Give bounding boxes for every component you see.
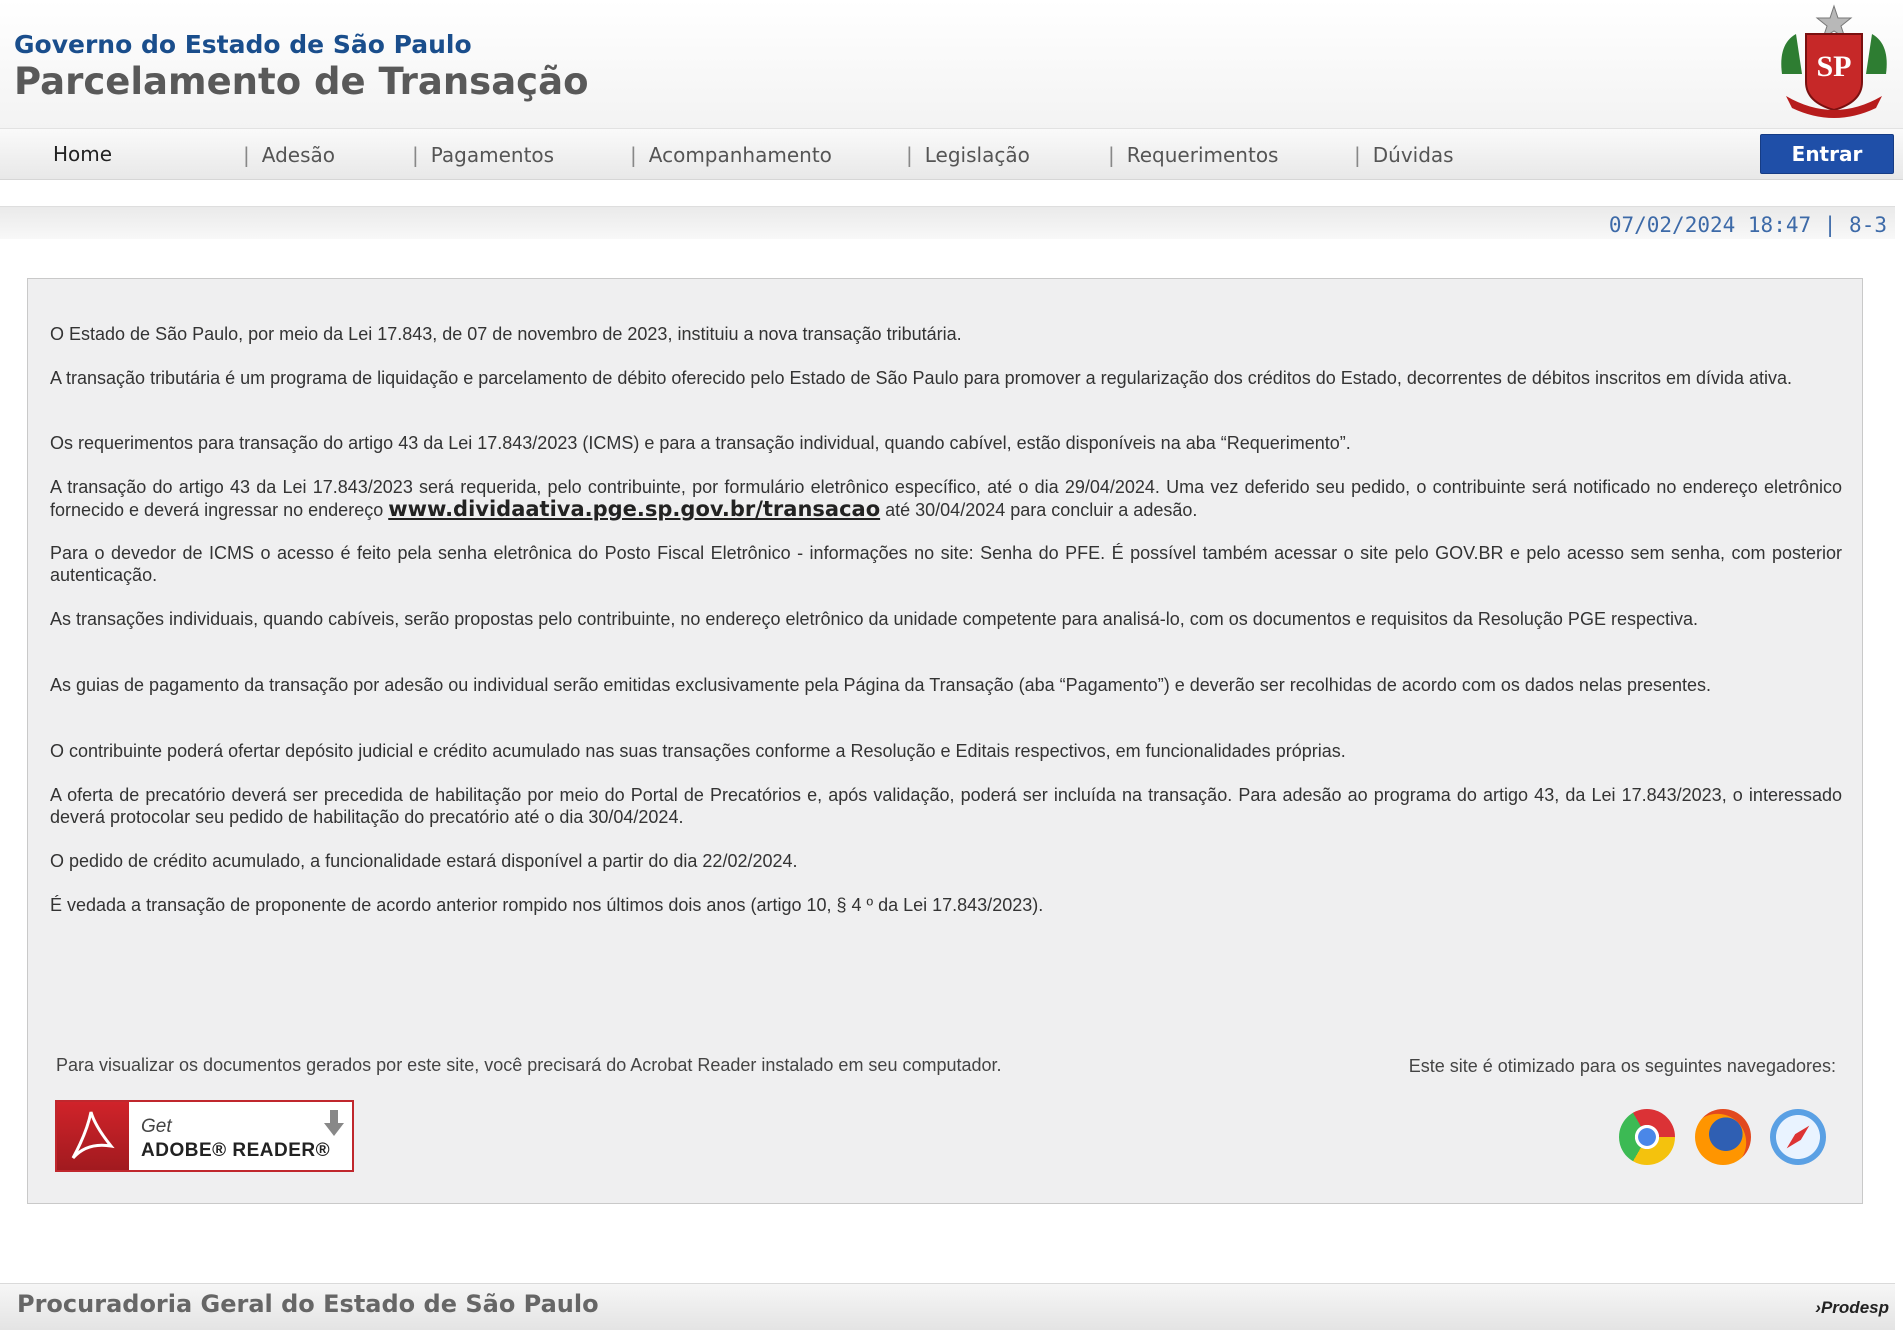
status-bar: 07/02/2024 18:47 | 8-3 [0,206,1895,239]
svg-text:SP: SP [1816,50,1851,83]
nav-requerimentos-label: Requerimentos [1126,143,1279,167]
firefox-icon[interactable] [1695,1109,1751,1165]
datetime-version: 07/02/2024 18:47 | 8-3 [1608,213,1887,237]
sp-state-seal-icon: SP [1781,4,1887,118]
paragraph-individual: As transações individuais, quando cabíve… [50,609,1698,629]
safari-icon[interactable] [1770,1109,1826,1165]
nav-legislacao[interactable]: | Legislação [906,143,1030,167]
paragraph-deposit: O contribuinte poderá ofertar depósito j… [50,741,1346,761]
paragraph-requirements: Os requerimentos para transação do artig… [50,433,1351,453]
nav-adesao[interactable]: | Adesão [243,143,335,167]
paragraph-intro: O Estado de São Paulo, por meio da Lei 1… [50,324,962,344]
safari-compass-icon [1786,1125,1810,1149]
paragraph-definition: A transação tributária é um programa de … [50,368,1793,388]
chrome-icon[interactable] [1619,1109,1675,1165]
nav-home-label: Home [53,142,113,166]
site-footer: Procuradoria Geral do Estado de São Paul… [0,1283,1895,1330]
nav-separator: | [906,143,913,167]
paragraph-deadline-end: até 30/04/2024 para concluir a adesão. [880,500,1198,520]
paragraph-precatorio: A oferta de precatório deverá ser preced… [50,785,1842,827]
download-arrow-icon [324,1110,344,1136]
nav-acompanhamento[interactable]: | Acompanhamento [630,143,832,167]
main-nav: Home | Adesão | Pagamentos | Acompanhamento… [0,128,1903,180]
info-panel: O Estado de São Paulo, por meio da Lei 1… [27,278,1863,1204]
adobe-logo-icon [57,1102,129,1170]
login-button[interactable]: Entrar [1760,134,1894,174]
nav-adesao-label: Adesão [261,143,335,167]
nav-duvidas[interactable]: | Dúvidas [1354,143,1454,167]
get-adobe-reader-button[interactable]: Get ADOBE® READER® [55,1100,354,1172]
nav-separator: | [630,143,637,167]
nav-home[interactable]: Home [53,142,112,166]
paragraph-payment-guides: As guias de pagamento da transação por a… [50,675,1712,695]
government-title: Governo do Estado de São Paulo [14,30,472,59]
browser-note: Este site é otimizado para os seguintes … [1408,1056,1836,1076]
nav-separator: | [1354,143,1361,167]
adobe-reader-label: ADOBE® READER® [141,1140,331,1161]
nav-separator: | [1108,143,1115,167]
paragraph-deadline: A transação do artigo 43 da Lei 17.843/2… [50,476,1842,521]
paragraph-credit: O pedido de crédito acumulado, a funcion… [50,851,798,871]
prodesp-logo: ›Prodesp [1815,1298,1889,1318]
paragraph-restriction: É vedada a transação de proponente de ac… [50,895,1044,915]
site-header: Governo do Estado de São Paulo Parcelame… [0,0,1903,128]
nav-pagamentos-label: Pagamentos [430,143,555,167]
nav-separator: | [243,143,250,167]
footer-title: Procuradoria Geral do Estado de São Paul… [17,1290,599,1318]
acrobat-note: Para visualizar os documentos gerados po… [56,1055,1002,1075]
nav-duvidas-label: Dúvidas [1372,143,1454,167]
adobe-get-label: Get [141,1116,172,1137]
nav-requerimentos[interactable]: | Requerimentos [1108,143,1278,167]
nav-separator: | [412,143,419,167]
page-title: Parcelamento de Transação [14,60,589,103]
transacao-link[interactable]: www.dividaativa.pge.sp.gov.br/transacao [388,497,880,521]
nav-pagamentos[interactable]: | Pagamentos [412,143,554,167]
nav-acompanhamento-label: Acompanhamento [648,143,832,167]
paragraph-icms-access: Para o devedor de ICMS o acesso é feito … [50,543,1842,585]
prodesp-logo-label: Prodesp [1820,1298,1889,1317]
nav-legislacao-label: Legislação [924,143,1030,167]
